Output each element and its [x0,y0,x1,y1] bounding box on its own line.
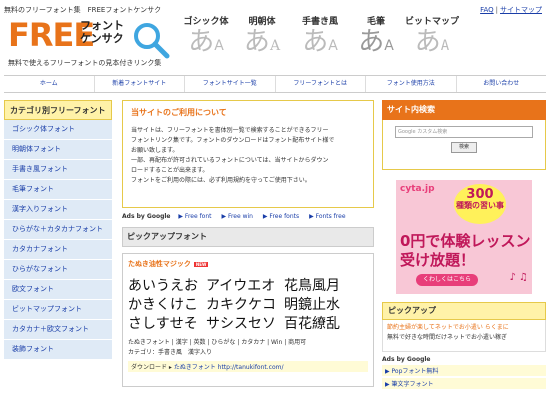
site-logo[interactable]: FREE フォント ケンサク [8,15,178,60]
main-content: 当サイトのご利用について 当サイトは、フリーフォントを書体別一覧で検索することが… [122,100,374,387]
sidebar-title: カテゴリ別フリーフォント [4,100,112,120]
ad-link[interactable]: ▶ Popフォント無料 [382,365,546,376]
sample-gothic[interactable]: ゴシック体 あA [178,14,234,61]
ad-circle: 300 種類の習い事 [454,184,506,224]
sidebar-item-bitmap[interactable]: ビットマップフォント [4,300,112,320]
ad-banner[interactable]: cyta.jp 300 種類の習い事 0円で体験レッスン 受け放題！ くわしくはこ… [396,180,532,294]
sidebar-item-decorative[interactable]: 装飾フォント [4,340,112,360]
nav-how-to-use[interactable]: フォント使用方法 [366,76,457,92]
font-card-title[interactable]: たぬき油性マジック NEW [128,259,368,269]
sitemap-link[interactable]: サイトマップ [500,6,542,14]
sample-glyph: あA [414,27,450,57]
nav-new-sites[interactable]: 新着フォントサイト [95,76,185,92]
search-button[interactable]: 検索 [451,142,477,153]
sample-glyph: あA [243,27,281,57]
pickup-link[interactable]: 無料で好きな時間だけネットでお小遣い稼ぎ [387,333,541,343]
logo-sub-text: フォント ケンサク [80,19,124,45]
magnifier-icon [134,23,170,59]
sidebar-item-mincho[interactable]: 明朝体フォント [4,140,112,160]
ad-link[interactable]: ▶ Free font [178,213,211,220]
sidebar-item-latin[interactable]: 欧文フォント [4,280,112,300]
font-specimen: あいうえお アイウエオ 花鳥風月 かきくけこ カキクケコ 明鏡止水 さしすせそ サシスセソ… [128,278,340,332]
sample-label: ビットマップ [404,17,459,27]
sample-label: ゴシック体 [183,17,229,27]
ads-label: Ads by Google [382,356,431,363]
sidebar-item-brush[interactable]: 毛筆フォント [4,180,112,200]
nav-contact[interactable]: お問い合わせ [457,76,547,92]
separator: | [495,6,498,14]
nav-site-list[interactable]: フォントサイト一覧 [185,76,276,92]
font-card: たぬき油性マジック NEW あいうえお アイウエオ 花鳥風月 かきくけこ カキクケコ 明鏡… [122,253,374,387]
ad-link[interactable]: ▶ Free win [221,213,253,220]
search-input[interactable]: Google カスタム検索 [395,126,533,138]
info-text: 当サイトは、フリーフォントを書体別一覧で検索することができるフリー フォントリン… [131,127,335,184]
font-style-samples: ゴシック体 あA 明朝体 あA 手書き風 あA 毛筆 あA ビットマップ あA [178,14,468,60]
download-url-link[interactable]: http://tanukifont.com/ [218,364,284,371]
music-note-icon: ♪ ♫ [509,272,528,283]
sample-glyph: あA [358,27,394,57]
sidebar-item-katakana[interactable]: カタカナフォント [4,240,112,260]
sample-handwriting[interactable]: 手書き風 あA [292,14,348,61]
nav-about-free-font[interactable]: フリーフォントとは [276,76,366,92]
sidebar-item-hiragana[interactable]: ひらがなフォント [4,260,112,280]
pickup-link[interactable]: 節約主婦が楽してネットでお小遣い らくまに [387,323,541,333]
sidebar-item-katakana-latin[interactable]: カタカナ＋欧文フォント [4,320,112,340]
download-site-link[interactable]: たぬきフォント [174,364,216,371]
category-sidebar: カテゴリ別フリーフォント ゴシック体フォント 明朝体フォント 手書き風フォント … [4,100,112,360]
new-badge: NEW [193,261,209,267]
sample-bitmap[interactable]: ビットマップ あA [404,14,460,61]
faq-link[interactable]: FAQ [480,6,494,14]
ad-brand: cyta.jp [400,184,435,194]
sample-mincho[interactable]: 明朝体 あA [234,14,290,61]
page-title: 無料のフリーフォント集 FREEフォントケンサク [4,6,162,14]
sample-label: 毛筆 [366,17,385,27]
sample-label: 手書き風 [301,17,338,27]
sample-glyph: あA [188,27,224,57]
pickup-heading: ピックアップ [382,302,546,320]
sidebar-item-hiragana-katakana[interactable]: ひらがな＋カタカナフォント [4,220,112,240]
pickup-links: 節約主婦が楽してネットでお小遣い らくまに 無料で好きな時間だけネットでお小遣い… [382,320,546,352]
ad-link[interactable]: ▶ Fonts free [309,213,345,220]
nav-home[interactable]: ホーム [4,76,95,92]
ad-cta-button[interactable]: くわしくはこちら [416,274,478,286]
ads-label: Ads by Google [122,213,171,220]
pickup-font-heading: ピックアップフォント [122,227,374,247]
search-box: Google カスタム検索 検索 [382,120,546,170]
main-nav: ホーム 新着フォントサイト フォントサイト一覧 フリーフォントとは フォント使用… [4,75,546,93]
ad-headline: 0円で体験レッスン [400,232,531,250]
ad-links-row: Ads by Google ▶ Free font ▶ Free win ▶ F… [122,213,374,222]
ad-link[interactable]: ▶ Free fonts [263,213,299,220]
right-column: サイト内検索 Google カスタム検索 検索 cyta.jp 300 種類の習い… [382,100,546,389]
sidebar-item-gothic[interactable]: ゴシック体フォント [4,120,112,140]
usage-info-box: 当サイトのご利用について 当サイトは、フリーフォントを書体別一覧で検索することが… [122,100,374,208]
ad-link[interactable]: ▶ 筆文字フォント [382,378,546,389]
sample-label: 明朝体 [248,17,276,27]
top-links: FAQ | サイトマップ [480,5,542,15]
sample-brush[interactable]: 毛筆 あA [348,14,404,61]
download-row: ダウンロード ▸ たぬきフォント http://tanukifont.com/ [128,361,368,372]
sidebar-item-handwriting[interactable]: 手書き風フォント [4,160,112,180]
search-heading: サイト内検索 [382,100,546,120]
info-title: 当サイトのご利用について [131,108,227,117]
tagline: 無料で使えるフリーフォントの見本付きリンク集 [8,59,162,67]
font-card-meta: たぬきフォント | 漢字 | 英数 | ひらがな | カタカナ | Win | … [128,339,307,356]
sidebar-item-kanji[interactable]: 漢字入りフォント [4,200,112,220]
sample-glyph: あA [302,27,338,57]
ad-headline-2: 受け放題！ [400,251,476,269]
